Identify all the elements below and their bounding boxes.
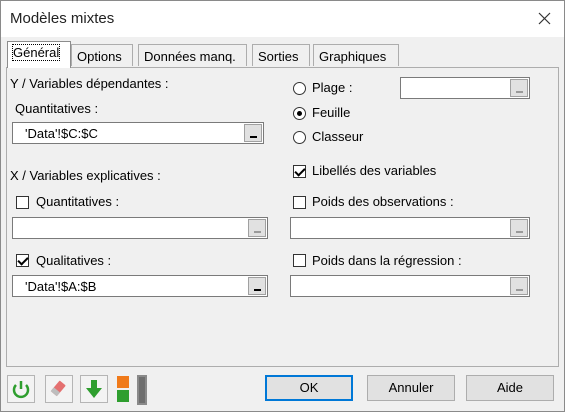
tab-outputs[interactable]: Sorties bbox=[252, 44, 310, 66]
tab-charts[interactable]: Graphiques bbox=[313, 44, 399, 66]
general-panel: Y / Variables dépendantes : Quantitative… bbox=[6, 67, 559, 367]
y-quant-field[interactable]: 'Data'!$C:$C bbox=[12, 122, 264, 144]
eraser-icon bbox=[50, 380, 66, 397]
window-title: Modèles mixtes bbox=[10, 10, 115, 27]
close-button[interactable] bbox=[530, 5, 558, 31]
bottom-bar: OK Annuler Aide bbox=[1, 369, 564, 411]
tab-label: Options bbox=[77, 49, 122, 64]
y-quant-value: 'Data'!$C:$C bbox=[25, 126, 98, 141]
radio-sheet-label: Feuille bbox=[312, 105, 351, 120]
reset-button[interactable] bbox=[7, 375, 35, 403]
range-select-button[interactable] bbox=[244, 124, 262, 142]
obs-weights-label: Poids des observations : bbox=[312, 194, 454, 209]
reg-weights-label: Poids dans la régression : bbox=[312, 253, 462, 268]
tab-label: Graphiques bbox=[319, 49, 387, 64]
range-select-button[interactable] bbox=[248, 277, 266, 295]
y-quant-label: Quantitatives : bbox=[15, 101, 99, 116]
radio-workbook-label: Classeur bbox=[312, 129, 364, 144]
help-button[interactable]: Aide bbox=[466, 375, 554, 401]
x-quant-label: Quantitatives : bbox=[36, 194, 120, 209]
obs-weights-field[interactable] bbox=[290, 217, 530, 239]
range-select-button[interactable] bbox=[510, 277, 528, 295]
download-button[interactable] bbox=[80, 375, 108, 403]
dialog-window: Modèles mixtes Général Options Données m… bbox=[0, 0, 565, 412]
down-arrow-icon bbox=[86, 380, 102, 398]
var-labels-label: Libellés des variables bbox=[312, 163, 437, 178]
layout-toggle-button[interactable] bbox=[115, 375, 151, 405]
range-select-button[interactable] bbox=[510, 79, 528, 97]
x-qual-field[interactable]: 'Data'!$A:$B bbox=[12, 275, 268, 297]
radio-range[interactable] bbox=[293, 82, 306, 95]
tab-label: Général bbox=[11, 44, 61, 61]
var-labels-checkbox[interactable] bbox=[293, 165, 306, 178]
clear-button[interactable] bbox=[45, 375, 73, 403]
tab-missing-data[interactable]: Données manq. bbox=[138, 44, 247, 66]
close-icon bbox=[538, 12, 551, 25]
range-select-button[interactable] bbox=[248, 219, 266, 237]
x-section-label: X / Variables explicatives : bbox=[10, 168, 161, 183]
radio-range-label: Plage : bbox=[312, 80, 353, 95]
title-bar: Modèles mixtes bbox=[1, 1, 564, 37]
reset-icon bbox=[12, 381, 30, 399]
tab-label: Sorties bbox=[258, 49, 299, 64]
ok-button[interactable]: OK bbox=[265, 375, 353, 401]
radio-workbook[interactable] bbox=[293, 131, 306, 144]
range-field[interactable] bbox=[400, 77, 530, 99]
x-quant-field[interactable] bbox=[12, 217, 268, 239]
layout-toggle-icon bbox=[117, 375, 147, 405]
x-qual-label: Qualitatives : bbox=[36, 253, 112, 268]
tab-label: Données manq. bbox=[144, 49, 236, 64]
cancel-button[interactable]: Annuler bbox=[367, 375, 455, 401]
x-qual-checkbox[interactable] bbox=[16, 254, 29, 267]
range-select-button[interactable] bbox=[510, 219, 528, 237]
x-qual-value: 'Data'!$A:$B bbox=[25, 279, 97, 294]
radio-sheet[interactable] bbox=[293, 107, 306, 120]
obs-weights-checkbox[interactable] bbox=[293, 196, 306, 209]
y-section-label: Y / Variables dépendantes : bbox=[10, 76, 169, 91]
tab-bar: Général Options Données manq. Sorties Gr… bbox=[7, 41, 563, 68]
x-quant-checkbox[interactable] bbox=[16, 196, 29, 209]
tab-general[interactable]: Général bbox=[7, 41, 71, 68]
tab-options[interactable]: Options bbox=[71, 44, 133, 66]
reg-weights-checkbox[interactable] bbox=[293, 254, 306, 267]
reg-weights-field[interactable] bbox=[290, 275, 530, 297]
